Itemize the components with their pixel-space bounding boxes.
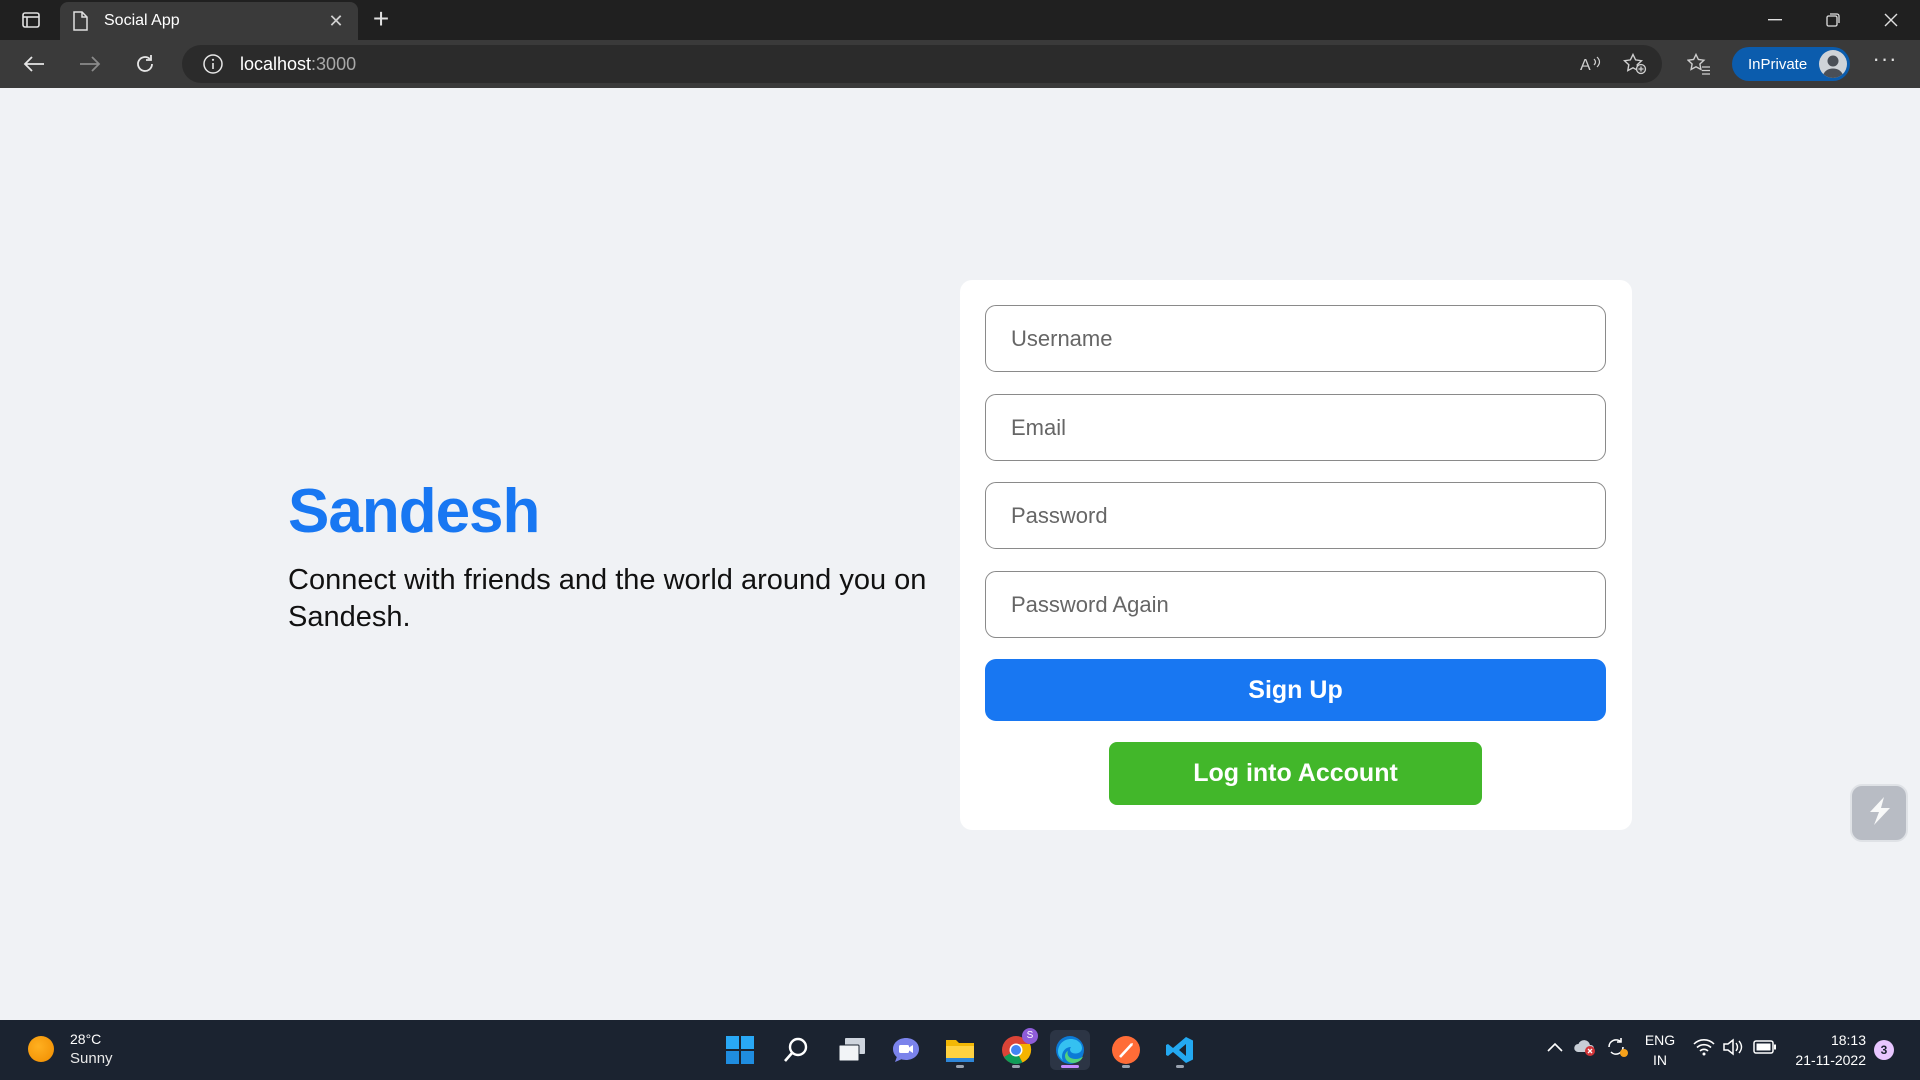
- favorites-icon[interactable]: [1684, 50, 1714, 78]
- browser-tab-bar: Social App ✕ +: [0, 0, 1920, 40]
- start-icon[interactable]: [720, 1030, 760, 1070]
- add-favorite-icon[interactable]: [1620, 50, 1650, 78]
- document-icon: [72, 11, 90, 31]
- task-view-icon[interactable]: [832, 1030, 872, 1070]
- url-port: :3000: [311, 53, 357, 74]
- volume-icon[interactable]: [1722, 1034, 1746, 1060]
- password-input[interactable]: [985, 482, 1606, 549]
- windows-taskbar: 28°C Sunny S ENG IN 18:13 21-11-2022 3: [0, 1020, 1920, 1080]
- sync-icon[interactable]: [1604, 1034, 1630, 1060]
- more-options-icon[interactable]: ···: [1870, 48, 1900, 78]
- weather-temperature: 28°C: [70, 1031, 102, 1047]
- address-bar[interactable]: localhost:3000: [182, 45, 1662, 83]
- password-again-input[interactable]: [985, 571, 1606, 638]
- clock-date: 21-11-2022: [1795, 1052, 1866, 1068]
- teams-chat-icon[interactable]: [886, 1030, 926, 1070]
- vscode-icon[interactable]: [1160, 1030, 1200, 1070]
- restore-icon[interactable]: [1804, 0, 1862, 40]
- new-tab-button[interactable]: +: [366, 5, 396, 35]
- wifi-icon[interactable]: [1692, 1034, 1716, 1060]
- system-clock[interactable]: 18:13 21-11-2022: [1790, 1030, 1866, 1070]
- url-host: localhost: [240, 53, 312, 74]
- inprivate-label: InPrivate: [1748, 55, 1808, 73]
- brand-tagline: Connect with friends and the world aroun…: [288, 564, 927, 633]
- signup-card: Sign Up Log into Account: [960, 280, 1632, 830]
- brand-logo-title: Sandesh: [288, 477, 540, 546]
- onedrive-error-icon[interactable]: [1572, 1034, 1598, 1060]
- refresh-icon[interactable]: [127, 47, 163, 81]
- postman-icon[interactable]: [1106, 1030, 1146, 1070]
- tab-actions-icon[interactable]: [14, 8, 48, 32]
- forward-arrow-icon[interactable]: [72, 47, 108, 81]
- input-language[interactable]: ENG IN: [1642, 1030, 1678, 1070]
- weather-widget[interactable]: 28°C Sunny: [28, 1030, 113, 1068]
- back-arrow-icon[interactable]: [16, 47, 52, 81]
- chevron-up-icon[interactable]: [1544, 1034, 1566, 1060]
- browser-toolbar: localhost:3000 A InPrivate ···: [0, 40, 1920, 88]
- log-into-account-button[interactable]: Log into Account: [1109, 742, 1482, 805]
- inprivate-button[interactable]: InPrivate: [1732, 47, 1850, 81]
- search-icon[interactable]: [776, 1030, 816, 1070]
- minimize-icon[interactable]: [1746, 0, 1804, 40]
- running-indicator: [956, 1065, 964, 1068]
- email-input[interactable]: [985, 394, 1606, 461]
- notification-badge[interactable]: 3: [1874, 1040, 1894, 1060]
- sign-up-button[interactable]: Sign Up: [985, 659, 1606, 721]
- username-input[interactable]: [985, 305, 1606, 372]
- floating-extension-button[interactable]: [1850, 784, 1908, 842]
- running-indicator: [1176, 1065, 1184, 1068]
- browser-tab[interactable]: Social App ✕: [60, 2, 358, 40]
- edge-icon[interactable]: [1050, 1030, 1090, 1070]
- active-indicator: [1061, 1065, 1079, 1068]
- sun-icon: [28, 1036, 54, 1062]
- chrome-profile-badge: S: [1022, 1028, 1038, 1044]
- clock-time: 18:13: [1830, 1032, 1866, 1048]
- chrome-icon[interactable]: S: [996, 1028, 1038, 1070]
- svg-text:A: A: [1580, 57, 1591, 73]
- running-indicator: [1012, 1065, 1020, 1068]
- weather-condition: Sunny: [70, 1050, 113, 1067]
- lightning-icon: [1862, 794, 1896, 833]
- close-window-icon[interactable]: [1862, 0, 1920, 40]
- close-tab-icon[interactable]: ✕: [326, 11, 346, 32]
- file-explorer-icon[interactable]: [940, 1030, 980, 1070]
- read-aloud-icon[interactable]: A: [1576, 50, 1606, 78]
- site-info-icon[interactable]: [202, 53, 224, 75]
- running-indicator: [1122, 1065, 1130, 1068]
- language-region: IN: [1653, 1052, 1667, 1068]
- tab-title: Social App: [104, 12, 180, 29]
- avatar: [1819, 50, 1847, 78]
- language-code: ENG: [1644, 1032, 1676, 1048]
- battery-icon[interactable]: [1752, 1034, 1778, 1060]
